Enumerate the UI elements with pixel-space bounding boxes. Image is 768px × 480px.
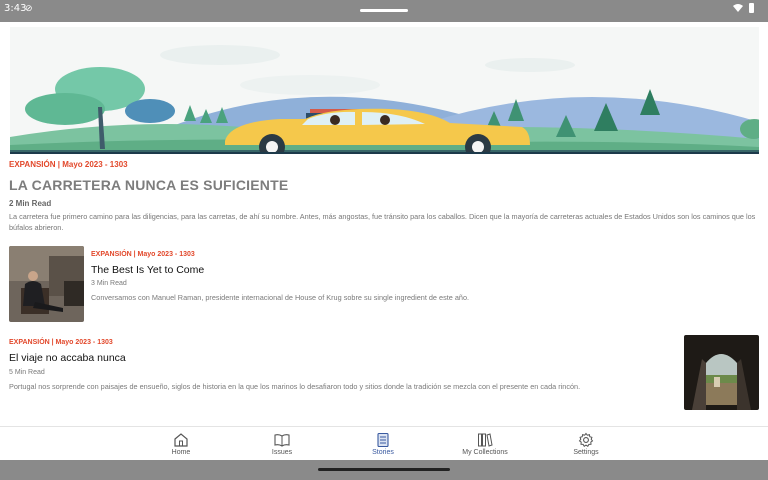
nav-settings-label: Settings (573, 449, 599, 456)
status-time: 3:43 (4, 3, 27, 14)
story-title[interactable]: El viaje no accaba nunca (9, 352, 126, 364)
nav-stories-label: Stories (372, 449, 394, 456)
feature-description: La carretera fue primero camino para las… (9, 212, 756, 232)
story-thumbnail[interactable] (9, 246, 84, 322)
story-meta: EXPANSIÓN | Mayo 2023 - 1303 (9, 339, 113, 346)
story-read-time: 3 Min Read (91, 280, 127, 287)
story-card[interactable]: EXPANSIÓN | Mayo 2023 - 1303 The Best Is… (0, 242, 768, 322)
gear-icon (578, 432, 594, 448)
story-read-time: 5 Min Read (9, 369, 45, 376)
library-icon (478, 433, 493, 447)
story-description: Portugal nos sorprende con paisajes de e… (9, 382, 581, 391)
nav-home-label: Home (171, 449, 191, 456)
feature-hero-image[interactable] (10, 27, 759, 154)
story-card[interactable]: EXPANSIÓN | Mayo 2023 - 1303 El viaje no… (0, 332, 768, 414)
feature-title[interactable]: LA CARRETERA NUNCA ES SUFICIENTE (9, 177, 288, 193)
nav-stories[interactable]: Stories (338, 427, 428, 461)
road-trip-illustration (10, 27, 759, 152)
battery-icon (749, 3, 754, 13)
feature-read-time: 2 Min Read (9, 199, 52, 208)
bottom-navigation: Home Issues Stories My Collections Setti… (0, 426, 768, 460)
system-gesture-bar (0, 460, 768, 480)
castle-window-photo (684, 335, 759, 410)
document-icon (377, 432, 389, 448)
story-thumbnail[interactable] (684, 335, 759, 410)
dnd-icon: ⊘ (25, 3, 33, 13)
nav-issues-label: Issues (271, 449, 293, 456)
nav-my-collections[interactable]: My Collections (440, 427, 530, 461)
story-description: Conversamos con Manuel Raman, presidente… (91, 293, 470, 302)
wifi-icon (733, 4, 743, 12)
status-bar: 3:43 ⊘ (0, 0, 768, 22)
story-title[interactable]: The Best Is Yet to Come (91, 264, 204, 276)
portrait-photo (9, 246, 84, 322)
nav-settings[interactable]: Settings (541, 427, 631, 461)
book-open-icon (274, 434, 290, 447)
home-icon (174, 433, 188, 447)
nav-home[interactable]: Home (136, 427, 226, 461)
home-gesture-handle[interactable] (318, 468, 450, 471)
story-meta: EXPANSIÓN | Mayo 2023 - 1303 (91, 251, 195, 258)
nav-issues[interactable]: Issues (237, 427, 327, 461)
notification-handle[interactable] (360, 9, 408, 12)
nav-my-collections-label: My Collections (462, 449, 508, 456)
feature-meta: EXPANSIÓN | Mayo 2023 - 1303 (9, 160, 128, 169)
stories-content[interactable]: EXPANSIÓN | Mayo 2023 - 1303 LA CARRETER… (0, 22, 768, 426)
